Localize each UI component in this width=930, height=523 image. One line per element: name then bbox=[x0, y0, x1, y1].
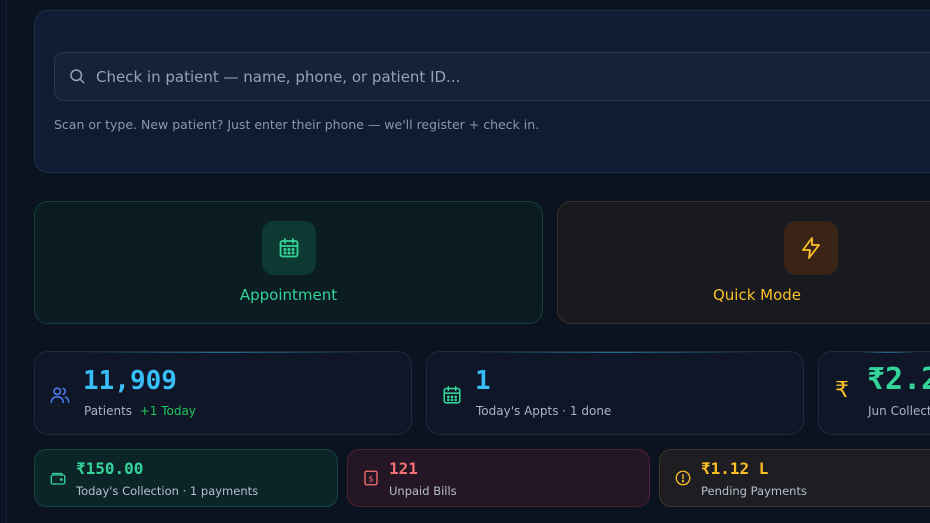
calendar-icon bbox=[443, 385, 461, 404]
collection-label: Jun Collect bbox=[868, 404, 930, 418]
unpaid-bills-label: Unpaid Bills bbox=[389, 484, 457, 498]
appointments-stat-card[interactable]: 1 Today's Appts · 1 done bbox=[426, 351, 804, 435]
appointments-count: 1 bbox=[475, 366, 491, 396]
search-icon bbox=[70, 69, 85, 84]
collection-amount: ₹2.2 bbox=[867, 362, 930, 397]
users-icon bbox=[50, 387, 70, 404]
pending-payments-card[interactable]: ₹1.12 L Pending Payments bbox=[659, 449, 930, 507]
appointment-mode-button[interactable]: Appointment bbox=[34, 201, 543, 324]
calendar-icon bbox=[262, 221, 316, 275]
card-glow bbox=[75, 352, 371, 353]
patients-count: 11,909 bbox=[83, 366, 177, 396]
appointment-mode-label: Appointment bbox=[239, 286, 338, 304]
quick-mode-button[interactable]: Quick Mode bbox=[557, 201, 930, 324]
lightning-icon bbox=[784, 221, 838, 275]
alert-circle-icon bbox=[675, 470, 691, 486]
patients-stat-card[interactable]: 11,909 Patients +1 Today bbox=[34, 351, 412, 435]
card-glow bbox=[467, 352, 763, 353]
patients-delta: +1 Today bbox=[139, 404, 196, 418]
collection-stat-card[interactable]: ₹ ₹2.2 Jun Collect bbox=[818, 351, 930, 435]
unpaid-bills-value: 121 bbox=[389, 459, 418, 478]
patients-label-text: Patients bbox=[84, 404, 133, 418]
svg-text:$: $ bbox=[368, 473, 373, 483]
wallet-icon bbox=[50, 472, 66, 485]
unpaid-bills-card[interactable]: $ 121 Unpaid Bills bbox=[347, 449, 650, 507]
todays-collection-label: Today's Collection · 1 payments bbox=[76, 484, 259, 498]
patients-label: Patients +1 Today bbox=[84, 404, 196, 418]
todays-collection-value: ₹150.00 bbox=[76, 459, 144, 478]
pending-payments-value: ₹1.12 L bbox=[701, 459, 769, 478]
pending-payments-label: Pending Payments bbox=[701, 484, 807, 498]
checkin-hint: Scan or type. New patient? Just enter th… bbox=[54, 117, 540, 132]
search-placeholder: Check in patient — name, phone, or patie… bbox=[96, 68, 461, 86]
checkin-panel: Check in patient — name, phone, or patie… bbox=[34, 10, 930, 173]
todays-collection-card[interactable]: ₹150.00 Today's Collection · 1 payments bbox=[34, 449, 338, 507]
rupee-icon: ₹ bbox=[835, 378, 849, 403]
sidebar-edge bbox=[0, 0, 7, 523]
bill-icon: $ bbox=[364, 470, 378, 486]
appointments-label: Today's Appts · 1 done bbox=[476, 404, 612, 418]
card-glow bbox=[859, 352, 917, 353]
quick-mode-label: Quick Mode bbox=[712, 286, 802, 304]
checkin-search-input[interactable]: Check in patient — name, phone, or patie… bbox=[54, 52, 930, 101]
